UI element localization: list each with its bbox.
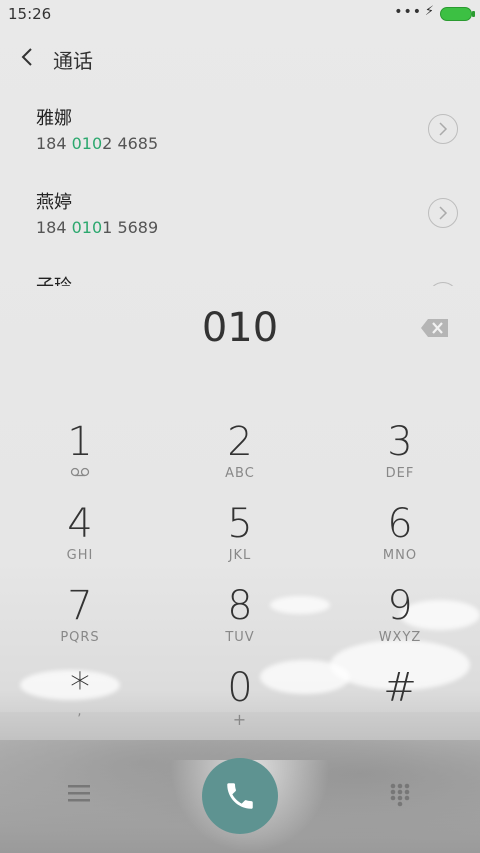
menu-icon[interactable] bbox=[66, 782, 92, 804]
key-5[interactable]: 5 JKL bbox=[180, 502, 300, 582]
contact-name: 燕婷 bbox=[36, 192, 72, 213]
contact-number: 184 0102 4685 bbox=[36, 134, 159, 153]
voicemail-icon bbox=[20, 466, 140, 481]
dialed-number: 010 bbox=[201, 305, 279, 351]
key-3[interactable]: 3 DEF bbox=[340, 420, 460, 500]
chevron-right-icon[interactable] bbox=[428, 198, 458, 228]
notification-dots: ••• bbox=[394, 4, 422, 20]
key-4[interactable]: 4 GHI bbox=[20, 502, 140, 582]
key-hash[interactable]: # bbox=[340, 666, 460, 746]
contact-name: 雅娜 bbox=[36, 108, 72, 129]
chevron-right-icon[interactable] bbox=[428, 282, 458, 286]
list-item[interactable]: 燕婷 184 0101 5689 bbox=[0, 170, 480, 254]
phone-icon bbox=[227, 783, 253, 809]
status-time: 15:26 bbox=[8, 5, 52, 23]
contact-suggestions: 雅娜 184 0102 4685 燕婷 184 0101 5689 子玲 bbox=[0, 86, 480, 286]
key-star[interactable]: *, bbox=[20, 666, 140, 746]
key-2[interactable]: 2 ABC bbox=[180, 420, 300, 500]
key-7[interactable]: 7 PQRS bbox=[20, 584, 140, 664]
page-title: 通话 bbox=[53, 49, 93, 73]
contact-name: 子玲 bbox=[36, 272, 72, 286]
key-8[interactable]: 8 TUV bbox=[180, 584, 300, 664]
chevron-right-icon[interactable] bbox=[428, 114, 458, 144]
charging-icon: ⚡ bbox=[424, 4, 434, 19]
key-0[interactable]: 0 + bbox=[180, 666, 300, 746]
battery-icon bbox=[440, 7, 475, 21]
key-1[interactable]: 1 bbox=[20, 420, 140, 500]
key-6[interactable]: 6 MNO bbox=[340, 502, 460, 582]
contact-number: 184 0101 5689 bbox=[36, 218, 159, 237]
match-highlight: 010 bbox=[71, 134, 103, 153]
list-item[interactable]: 雅娜 184 0102 4685 bbox=[0, 86, 480, 170]
back-arrow-icon[interactable] bbox=[18, 46, 40, 68]
list-item[interactable]: 子玲 bbox=[0, 254, 480, 286]
match-highlight: 010 bbox=[71, 218, 103, 237]
header: 通话 bbox=[0, 40, 480, 80]
status-bar: 15:26 ••• ⚡ bbox=[0, 0, 480, 28]
backspace-icon[interactable] bbox=[420, 318, 450, 338]
dialpad-icon[interactable] bbox=[388, 782, 412, 808]
call-button[interactable] bbox=[202, 758, 278, 834]
key-9[interactable]: 9 WXYZ bbox=[340, 584, 460, 664]
